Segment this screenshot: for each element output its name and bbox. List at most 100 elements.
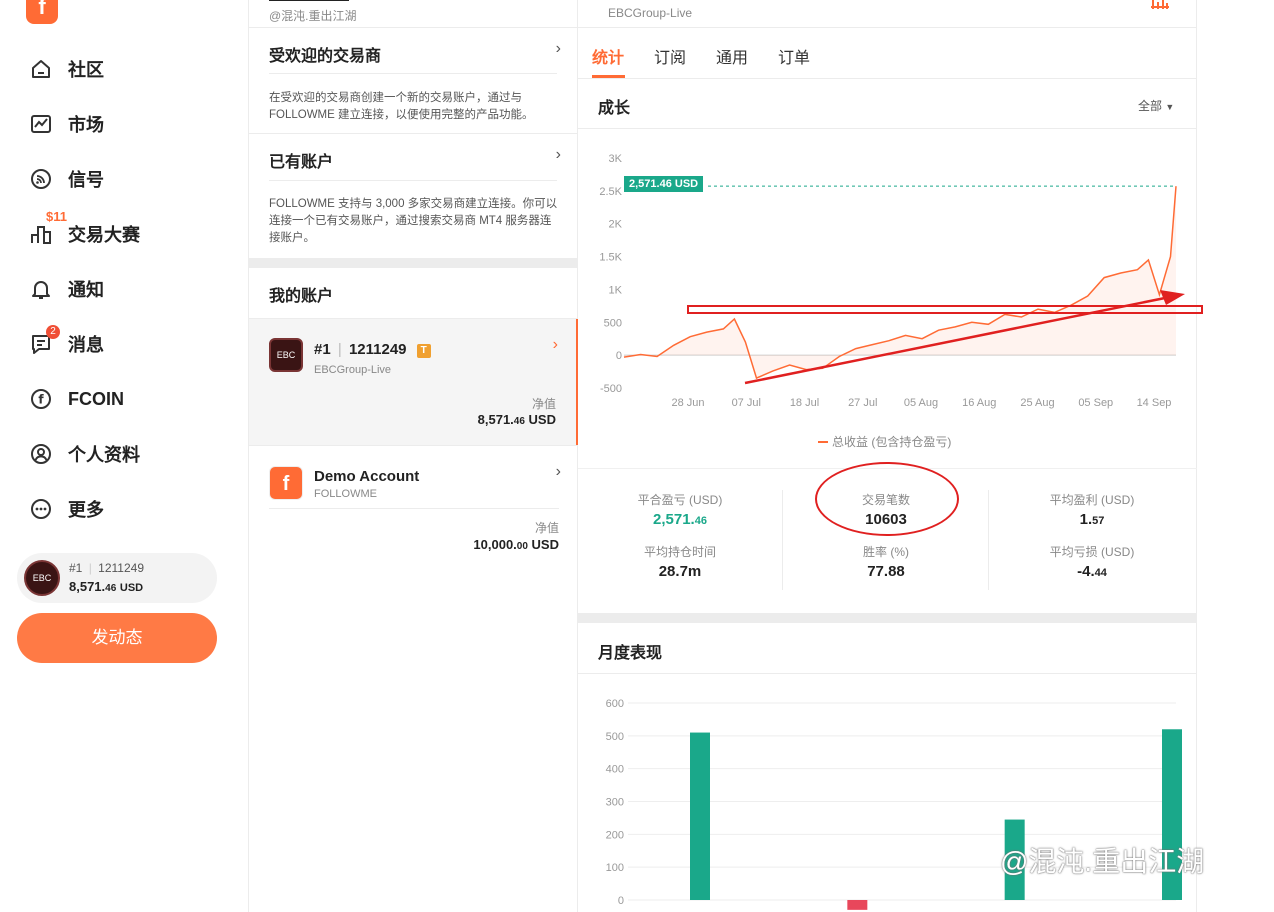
popular-brokers-desc: 在受欢迎的交易商创建一个新的交易账户，通过与 FOLLOWME 建立连接，以便使… [269, 92, 534, 121]
y-tick-label: 100 [606, 862, 624, 874]
contest-prize-badge: $11 [46, 209, 67, 224]
nav-item-community[interactable]: 社区 [28, 51, 104, 87]
y-tick-label: 400 [606, 764, 624, 776]
stat-main: 1. [1079, 511, 1093, 528]
equity-dec: 46 [513, 416, 525, 427]
nav-item-notifications[interactable]: 通知 [28, 271, 104, 307]
balance-main: 8,571. [69, 579, 106, 594]
home-icon [28, 56, 54, 82]
x-tick-label: 18 Jul [790, 397, 819, 409]
existing-account-row[interactable]: 已有账户 › [249, 134, 579, 179]
more-icon [28, 496, 54, 522]
nav-item-market[interactable]: 市场 [28, 106, 104, 142]
tab-statistics[interactable]: 统计 [592, 44, 624, 68]
followme-logo-icon: f [269, 466, 303, 500]
current-account-pill[interactable]: EBC #1 | 1211249 8,571.46 USD [17, 553, 217, 603]
chevron-right-icon: › [555, 463, 561, 480]
divider [249, 258, 579, 268]
signal-icon [28, 166, 54, 192]
ebc-logo-icon: EBC [269, 338, 303, 372]
x-tick-label: 05 Aug [904, 397, 938, 409]
accounts-panel: @混沌.重出江湖 受欢迎的交易商 › 在受欢迎的交易商创建一个新的交易账户，通过… [248, 0, 579, 912]
account-card-demo[interactable]: f Demo Account FOLLOWME › 净值 10,000.00 U… [249, 446, 579, 566]
monthly-title: 月度表现 [598, 645, 663, 662]
nav-label: 消息 [68, 335, 104, 355]
account-card-live[interactable]: EBC #1 | 1211249 T EBCGroup-Live › 净值 8,… [249, 319, 579, 445]
chart-toggle-icon[interactable] [1151, 0, 1169, 9]
y-tick-label: 600 [606, 698, 624, 710]
my-accounts-title: 我的账户 [269, 288, 334, 305]
legend-label: 总收益 (包含持仓盈亏) [832, 435, 952, 449]
range-filter-dropdown[interactable]: 全部 ▼ [1138, 97, 1174, 114]
y-tick-label: 1K [609, 284, 623, 296]
nav-item-signal[interactable]: 信号 [28, 161, 104, 197]
equity-currency: USD [528, 412, 556, 427]
ebc-avatar-icon: EBC [24, 560, 60, 596]
balance-currency: USD [119, 582, 144, 594]
post-status-button[interactable]: 发动态 [17, 613, 217, 663]
y-tick-label: 2K [609, 219, 623, 231]
nav-label: 更多 [68, 500, 104, 520]
legend-swatch [818, 441, 828, 443]
tab-general[interactable]: 通用 [716, 44, 748, 68]
caret-down-icon: ▼ [1165, 102, 1175, 112]
stat-value: 77.88 [806, 563, 966, 580]
y-tick-label: 2.5K [599, 186, 622, 198]
nav-label: 交易大赛 [68, 225, 140, 245]
podium-icon: $11 [28, 209, 67, 247]
nav-item-more[interactable]: 更多 [28, 491, 104, 527]
divider [578, 613, 1197, 623]
left-sidebar: f 社区 市场 信号 $11 交易大赛 通知 2 消息 f FCOIN 个人资料… [0, 0, 248, 912]
nav-item-contest[interactable]: $11 交易大赛 [28, 209, 140, 252]
stat-label: 平均亏损 (USD) [1049, 545, 1135, 559]
stat-main: 28.7m [658, 563, 702, 580]
y-tick-label: 0 [618, 895, 624, 907]
cut-off-title [269, 0, 349, 1]
y-tick-label: 300 [606, 797, 624, 809]
stat-value: -4.44 [1012, 563, 1172, 580]
equity-label: 净值 [534, 521, 559, 535]
range-filter-value: 全部 [1138, 99, 1163, 113]
stat-dec: 46 [694, 515, 707, 527]
message-count-badge: 2 [46, 325, 60, 339]
stat-label: 胜率 (%) [863, 545, 909, 559]
nav-label: 信号 [68, 170, 104, 190]
account-broker: EBCGroup-Live [314, 364, 392, 376]
stat-label: 平均盈利 (USD) [1049, 493, 1135, 507]
x-tick-label: 27 Jul [848, 397, 877, 409]
bell-icon [28, 276, 54, 302]
balance-dec: 46 [105, 583, 117, 594]
message-icon: 2 [28, 325, 60, 357]
nav-item-messages[interactable]: 2 消息 [28, 325, 104, 362]
account-id: 1211249 [348, 341, 407, 358]
equity-label: 净值 [531, 397, 556, 411]
x-tick-label: 05 Sep [1078, 397, 1113, 409]
fcoin-icon: f [28, 386, 54, 412]
y-tick-label: 200 [606, 829, 624, 841]
account-balance: 8,571.46 USD [69, 579, 143, 594]
nav-item-fcoin[interactable]: f FCOIN [28, 381, 124, 417]
x-tick-label: 07 Jul [732, 397, 761, 409]
x-tick-label: 16 Aug [962, 397, 996, 409]
account-id: 1211249 [98, 561, 144, 575]
chart-icon [28, 111, 54, 137]
y-tick-label: 3K [609, 153, 623, 165]
current-value-tag: 2,571.46 USD [624, 176, 704, 192]
y-tick-label: -500 [600, 383, 622, 395]
growth-title: 成长 [598, 100, 631, 117]
popular-brokers-row[interactable]: 受欢迎的交易商 › [249, 28, 579, 73]
stat-value: 2,571.46 [600, 511, 760, 528]
annotation-ellipse [815, 462, 959, 536]
tab-subscriptions[interactable]: 订阅 [654, 44, 686, 68]
stat-dec: 44 [1094, 567, 1107, 579]
nav-item-profile[interactable]: 个人资料 [28, 436, 140, 472]
followme-logo-icon[interactable]: f [26, 0, 58, 24]
stat-value: 1.57 [1012, 511, 1172, 528]
watermark-text: @混沌.重出江湖 [1000, 846, 1205, 877]
tab-orders[interactable]: 订单 [778, 44, 810, 68]
stat-main: 2,571. [653, 511, 695, 528]
nav-label: 个人资料 [68, 445, 140, 465]
broker-subtitle: EBCGroup-Live [608, 6, 693, 20]
nav-label: 社区 [68, 60, 104, 80]
x-tick-label: 28 Jun [671, 397, 704, 409]
